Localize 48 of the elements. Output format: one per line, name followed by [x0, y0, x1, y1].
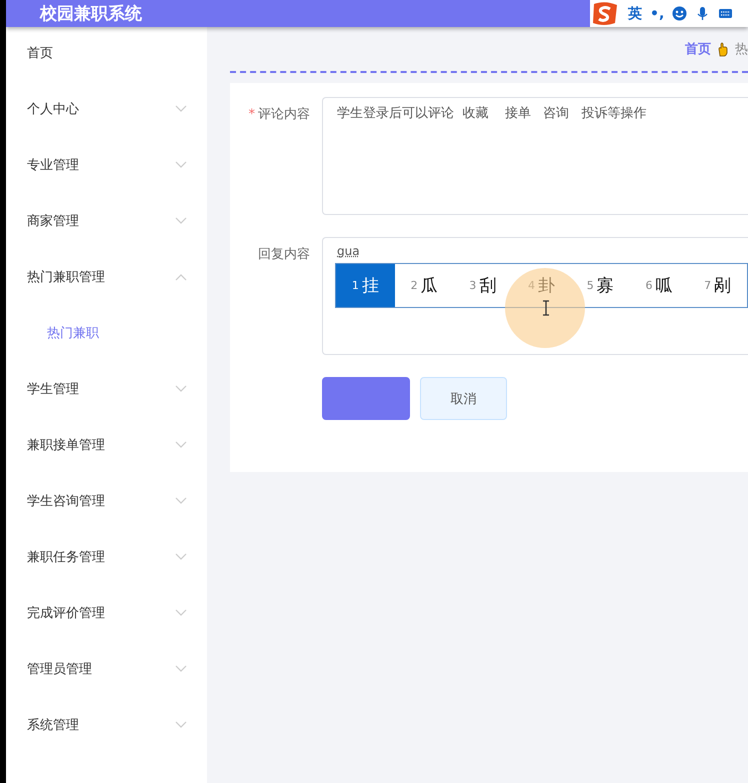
- sidebar-item[interactable]: 管理员管理: [6, 641, 207, 697]
- field-label: * 评论内容: [248, 106, 311, 124]
- cancel-button[interactable]: 取消: [420, 377, 507, 420]
- sidebar-item[interactable]: 学生咨询管理: [6, 473, 207, 529]
- text-area[interactable]: 学生登录后可以评论 收藏 接单 咨询 投诉等操作: [322, 97, 748, 215]
- keyboard-icon[interactable]: [718, 6, 734, 21]
- chevron-down-icon: [175, 385, 187, 393]
- menu-label: 系统管理: [27, 717, 79, 734]
- smiley-icon[interactable]: [672, 6, 688, 21]
- chevron-down-icon: [175, 217, 187, 225]
- chevron-down-icon: [175, 497, 187, 505]
- menu-label: 个人中心: [27, 101, 79, 118]
- menu-label: 学生咨询管理: [27, 493, 105, 510]
- chevron-down-icon: [175, 721, 187, 729]
- menu-label: 热门兼职管理: [27, 269, 105, 286]
- hand-icon: [717, 42, 729, 56]
- chevron-down-icon: [175, 441, 187, 449]
- chevron-down-icon: [175, 161, 187, 169]
- submenu-item[interactable]: 热门兼职: [6, 305, 207, 361]
- menu-label: 兼职接单管理: [27, 437, 105, 454]
- sidebar-item[interactable]: 商家管理: [6, 193, 207, 249]
- sidebar-item[interactable]: 首页: [6, 25, 207, 81]
- chevron-down-icon: [175, 609, 187, 617]
- ime-mode[interactable]: 英: [628, 4, 642, 22]
- menu-label: 商家管理: [27, 213, 79, 230]
- menu-label: 学生管理: [27, 381, 79, 398]
- microphone-icon[interactable]: [695, 6, 710, 21]
- sidebar-item[interactable]: 系统管理: [6, 697, 207, 753]
- sidebar-item[interactable]: 专业管理: [6, 137, 207, 193]
- text-cursor-icon: [542, 300, 550, 316]
- chevron-down-icon: [175, 105, 187, 113]
- chevron-down-icon: [175, 553, 187, 561]
- menu-label: 兼职任务管理: [27, 549, 105, 566]
- menu-label: 完成评价管理: [27, 605, 105, 622]
- punctuation-toggle[interactable]: •,: [650, 6, 664, 22]
- chevron-up-icon: [175, 273, 187, 281]
- sidebar-item[interactable]: 兼职接单管理: [6, 417, 207, 473]
- menu-label: 管理员管理: [27, 661, 92, 678]
- chevron-down-icon: [175, 665, 187, 673]
- sidebar-item[interactable]: 兼职任务管理: [6, 529, 207, 585]
- menu-label: 专业管理: [27, 157, 79, 174]
- sidebar-item[interactable]: 个人中心: [6, 81, 207, 137]
- menu-label: 首页: [27, 45, 53, 62]
- sidebar-item[interactable]: 热门兼职管理: [6, 249, 207, 305]
- sidebar-item[interactable]: 学生管理: [6, 361, 207, 417]
- sidebar-item[interactable]: 完成评价管理: [6, 585, 207, 641]
- field-label: 回复内容: [257, 246, 311, 264]
- app-title: 校园兼职系统: [40, 4, 142, 24]
